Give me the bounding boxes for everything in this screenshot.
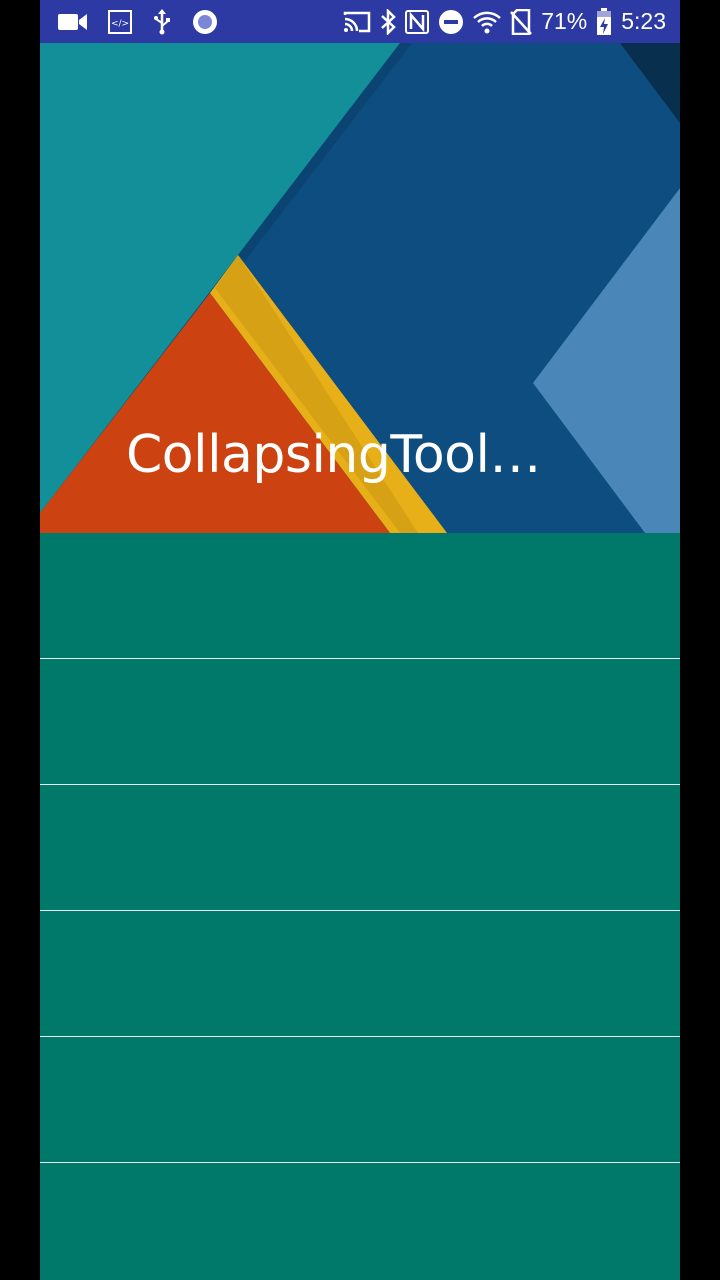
video-camera-icon xyxy=(58,0,88,43)
collapsing-toolbar-header: CollapsingToolbarLayout xyxy=(40,43,680,533)
no-sim-icon xyxy=(510,0,533,43)
list-item[interactable] xyxy=(40,1037,680,1163)
toolbar-title: CollapsingToolbarLayout xyxy=(126,425,566,485)
clock: 5:23 xyxy=(621,8,666,34)
nfc-icon xyxy=(405,0,430,43)
content-list[interactable] xyxy=(40,533,680,1280)
list-item[interactable] xyxy=(40,911,680,1037)
list-item[interactable] xyxy=(40,785,680,911)
wifi-icon xyxy=(473,0,502,43)
bluetooth-icon xyxy=(380,0,396,43)
list-item[interactable] xyxy=(40,659,680,785)
status-bar: </> 71% 5:23 xyxy=(40,0,680,43)
app-screen: </> 71% 5:23 CollapsingToolbar xyxy=(40,0,680,1280)
cast-icon xyxy=(343,0,371,43)
usb-icon xyxy=(152,0,172,43)
battery-charging-icon xyxy=(596,0,612,43)
svg-text:</>: </> xyxy=(111,19,129,29)
do-not-disturb-icon xyxy=(438,0,464,43)
circle-app-icon xyxy=(192,0,218,43)
list-item[interactable] xyxy=(40,1163,680,1280)
battery-percent: 71% xyxy=(541,8,588,34)
list-item[interactable] xyxy=(40,533,680,659)
code-icon: </> xyxy=(108,0,132,43)
